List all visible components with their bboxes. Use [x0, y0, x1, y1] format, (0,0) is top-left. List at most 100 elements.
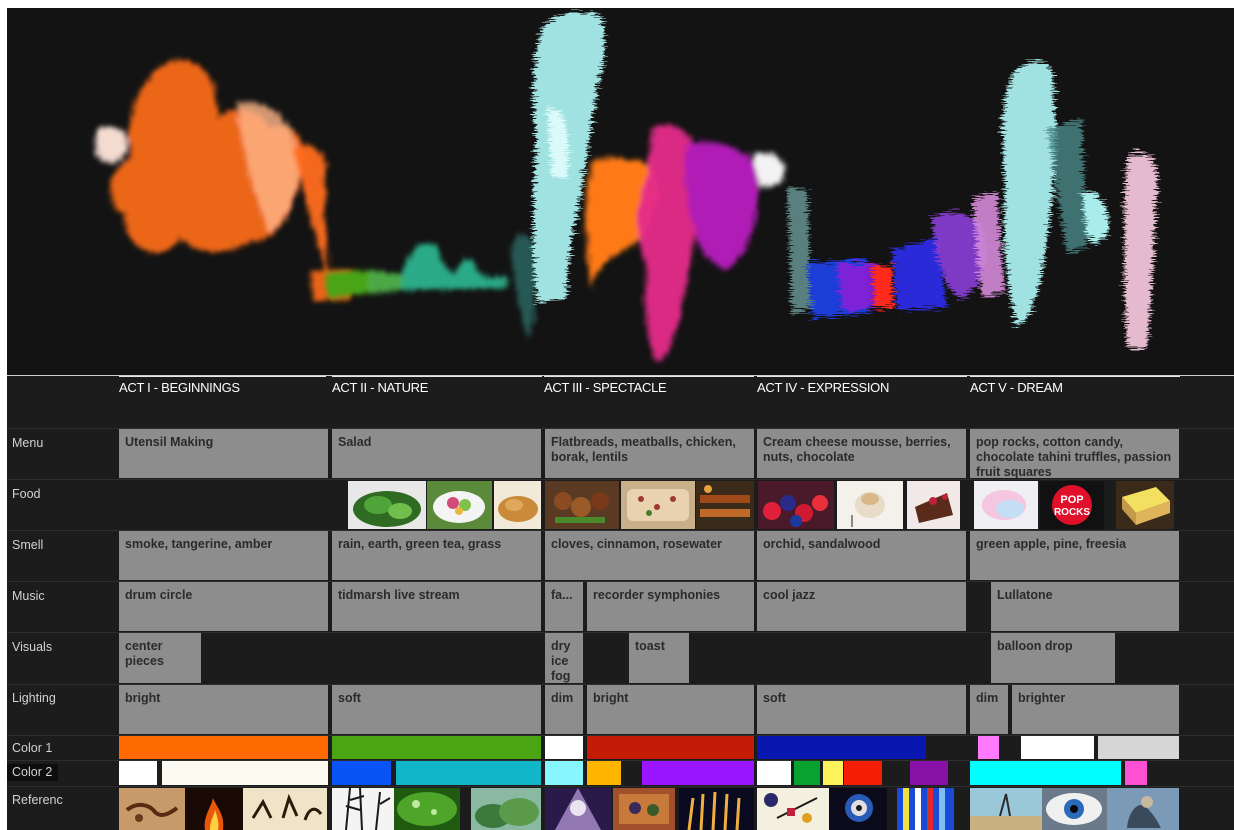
menu-cell-act3[interactable]: Flatbreads, meatballs, chicken, borak, l…: [545, 429, 754, 478]
visuals-cell-act3-a[interactable]: dry ice fog: [545, 633, 583, 683]
act-header-rule: [119, 376, 326, 377]
reference-image-cave-painting[interactable]: [119, 788, 185, 830]
color2-swatch[interactable]: [396, 761, 541, 785]
act-header-rule: [757, 376, 967, 377]
color1-swatch[interactable]: [978, 736, 999, 759]
color2-swatch[interactable]: [1125, 761, 1147, 785]
smell-cell-act3[interactable]: cloves, cinnamon, rosewater: [545, 531, 754, 580]
reference-image-bamboo[interactable]: [332, 788, 394, 830]
reference-image-paint-streaks[interactable]: [897, 788, 954, 830]
lighting-cell-act5-a[interactable]: dim: [970, 685, 1008, 734]
svg-text:ROCKS: ROCKS: [1054, 507, 1090, 518]
color1-swatch[interactable]: [1021, 736, 1094, 759]
color2-swatch[interactable]: [545, 761, 583, 785]
smell-cell-act2[interactable]: rain, earth, green tea, grass: [332, 531, 541, 580]
color2-swatch[interactable]: [642, 761, 754, 785]
color1-swatch[interactable]: [119, 736, 328, 759]
food-photo-cotton-candy[interactable]: [974, 481, 1038, 529]
menu-cell-act5[interactable]: pop rocks, cotton candy, chocolate tahin…: [970, 429, 1179, 478]
music-cell-act1[interactable]: drum circle: [119, 582, 328, 631]
row-divider: [7, 786, 1234, 787]
lighting-cell-act3-a[interactable]: dim: [545, 685, 583, 734]
reference-image-kandinsky-1[interactable]: [757, 788, 829, 830]
reference-image-tapestry[interactable]: [613, 788, 675, 830]
visuals-cell-act5[interactable]: balloon drop: [991, 633, 1115, 683]
row-label-music: Music: [12, 589, 45, 603]
act-header-rule: [970, 376, 1180, 377]
row-label-menu: Menu: [12, 436, 44, 450]
row-label-food: Food: [12, 487, 41, 501]
row-label-lighting: Lighting: [12, 691, 56, 705]
menu-cell-act4[interactable]: Cream cheese mousse, berries, nuts, choc…: [757, 429, 966, 478]
color2-swatch[interactable]: [844, 761, 882, 785]
act-header-2: ACT II - NATURE: [332, 380, 429, 395]
music-cell-act3-a[interactable]: fa...: [545, 582, 583, 631]
row-label-color1: Color 1: [12, 741, 53, 755]
food-photo-salad[interactable]: [427, 481, 492, 529]
color2-swatch[interactable]: [757, 761, 791, 785]
row-label-visuals: Visuals: [12, 640, 53, 654]
brush-stroke-graphic: [95, 12, 1157, 364]
smell-cell-act4[interactable]: orchid, sandalwood: [757, 531, 966, 580]
row-label-color2: Color 2: [7, 764, 59, 781]
color2-swatch[interactable]: [823, 761, 843, 785]
act-header-3: ACT III - SPECTACLE: [544, 380, 667, 395]
reference-image-fountain-show[interactable]: [679, 788, 754, 830]
food-photo-mousse[interactable]: [837, 481, 903, 529]
music-cell-act4[interactable]: cool jazz: [757, 582, 966, 631]
reference-image-garden[interactable]: [471, 788, 541, 830]
color2-swatch[interactable]: [970, 761, 1121, 785]
music-cell-act5[interactable]: Lullatone: [991, 582, 1179, 631]
color1-swatch[interactable]: [587, 736, 754, 759]
lighting-cell-act4[interactable]: soft: [757, 685, 966, 734]
food-photo-berries[interactable]: [758, 481, 834, 529]
act-header-rule: [544, 376, 754, 377]
sensory-timeline-visualization: [7, 8, 1234, 375]
color2-swatch[interactable]: [910, 761, 948, 785]
reference-image-dali-figure[interactable]: [1107, 788, 1179, 830]
visuals-cell-act3-b[interactable]: toast: [629, 633, 689, 683]
food-photo-chocolate-cake[interactable]: [907, 481, 960, 529]
menu-cell-act1[interactable]: Utensil Making: [119, 429, 328, 478]
music-cell-act3-b[interactable]: recorder symphonies: [587, 582, 754, 631]
color2-swatch[interactable]: [162, 761, 328, 785]
food-photo-greens[interactable]: [348, 481, 426, 529]
food-photo-passion-fruit-square[interactable]: [1116, 481, 1174, 529]
reference-image-tribal-drawing[interactable]: [243, 788, 327, 830]
color2-swatch[interactable]: [587, 761, 621, 785]
food-photo-bread[interactable]: [494, 481, 541, 529]
lighting-cell-act5-b[interactable]: brighter: [1012, 685, 1179, 734]
music-cell-act2[interactable]: tidmarsh live stream: [332, 582, 541, 631]
color1-swatch[interactable]: [332, 736, 541, 759]
svg-text:POP: POP: [1060, 494, 1083, 506]
food-photo-grill[interactable]: [696, 481, 754, 529]
color2-swatch[interactable]: [119, 761, 157, 785]
lighting-cell-act2[interactable]: soft: [332, 685, 541, 734]
reference-image-leaf[interactable]: [394, 788, 460, 830]
color1-swatch[interactable]: [1098, 736, 1179, 759]
act-header-4: ACT IV - EXPRESSION: [757, 380, 890, 395]
reference-image-dali-landscape[interactable]: [970, 788, 1042, 830]
row-label-smell: Smell: [12, 538, 44, 552]
smell-cell-act1[interactable]: smoke, tangerine, amber: [119, 531, 328, 580]
reference-image-fire[interactable]: [185, 788, 243, 830]
lighting-cell-act3-b[interactable]: bright: [587, 685, 754, 734]
smell-cell-act5[interactable]: green apple, pine, freesia: [970, 531, 1179, 580]
row-divider: [7, 479, 1234, 480]
color2-swatch[interactable]: [332, 761, 391, 785]
food-photo-pop-rocks[interactable]: POP ROCKS: [1040, 481, 1104, 529]
color1-swatch[interactable]: [757, 736, 926, 759]
act-header-5: ACT V - DREAM: [970, 380, 1063, 395]
menu-cell-act2[interactable]: Salad: [332, 429, 541, 478]
row-label-reference: Referenc: [12, 793, 63, 807]
food-photo-meatballs[interactable]: [545, 481, 619, 529]
color2-swatch[interactable]: [794, 761, 820, 785]
act-header-1: ACT I - BEGINNINGS: [119, 380, 240, 395]
color1-swatch[interactable]: [545, 736, 583, 759]
reference-image-eye-surreal[interactable]: [1042, 788, 1107, 830]
lighting-cell-act1[interactable]: bright: [119, 685, 328, 734]
reference-image-concert-lights[interactable]: [545, 788, 611, 830]
food-photo-flatbread[interactable]: [621, 481, 695, 529]
reference-image-kandinsky-2[interactable]: [829, 788, 887, 830]
visuals-cell-act1[interactable]: center pieces: [119, 633, 201, 683]
